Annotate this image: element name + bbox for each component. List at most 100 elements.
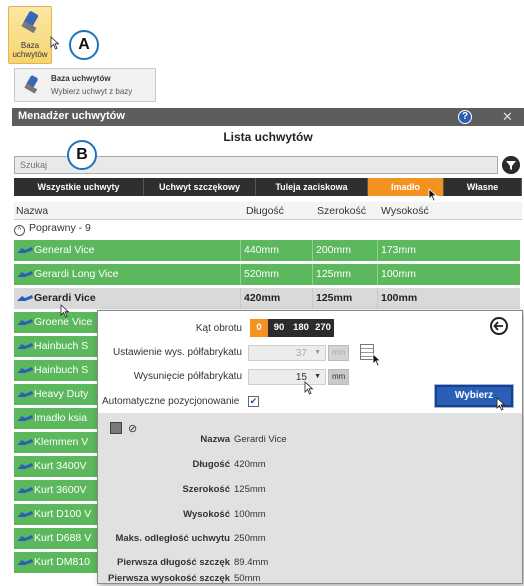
tab-all-fixtures[interactable]: Wszystkie uchwyty [14,178,144,196]
vise-icon [17,487,33,493]
row-name: General Vice [34,244,95,256]
table-row[interactable]: General Vice 440mm 200mm 173mm [14,240,520,261]
rotation-label: Kąt obrotu [195,323,242,334]
detail-key: Nazwa [200,434,230,445]
rotation-option-0[interactable]: 0 [250,319,268,337]
row-width: 200mm [316,244,352,256]
detail-value: Gerardi Vice [234,434,287,445]
row-width: 125mm [316,268,352,280]
model-view-icon[interactable] [110,422,122,434]
detail-value: 125mm [234,484,266,495]
callout-b: B [67,140,97,170]
rotation-option-90[interactable]: 90 [268,319,290,337]
table-row-selected[interactable]: Gerardi Vice 420mm 125mm 100mm [14,288,520,309]
vise-icon [17,295,33,301]
vise-icon [17,247,33,253]
column-width[interactable]: Szerokość [317,205,366,217]
row-name: Hainbuch S [34,340,89,352]
fixture-details-popup: Kąt obrotu 0 90 180 270 Ustawienie wys. … [97,310,523,584]
detail-value: 50mm [234,573,261,584]
stock-height-label: Ustawienie wys. półfabrykatu [113,347,242,358]
vise-icon [17,343,33,349]
popup-settings: Kąt obrotu 0 90 180 270 Ustawienie wys. … [98,311,522,413]
mouse-cursor-icon [60,304,70,318]
auto-position-label: Automatyczne pozycjonowanie [102,396,240,407]
mouse-cursor-icon [50,36,60,50]
row-length: 440mm [244,244,280,256]
chevron-down-icon[interactable]: ▼ [314,373,321,380]
vise-icon [17,415,33,421]
detail-key: Maks. odległość uchwytu [115,533,230,544]
vise-icon [24,75,38,94]
mouse-cursor-icon [496,397,506,411]
stock-height-value: 37 [295,348,307,359]
mouse-cursor-icon [372,353,382,367]
detail-key: Szerokość [182,484,230,495]
detail-key: Wysokość [183,509,230,520]
vise-icon [17,271,33,277]
table-row[interactable]: Gerardi Long Vice 520mm 125mm 100mm [14,264,520,285]
help-icon[interactable]: ? [458,110,472,124]
unit-label: mm [328,345,350,361]
row-length: 520mm [244,268,280,280]
ribbon-fixture-database-button[interactable]: Baza uchwytów [8,6,52,64]
unit-label: mm [328,369,350,385]
vise-icon [21,11,39,34]
chevron-down-icon[interactable]: ▼ [314,349,321,356]
detail-value: 420mm [234,459,266,470]
stock-offset-input[interactable]: 15 ▼ [248,369,326,385]
group-header-valid[interactable]: ^ Poprawny - 9 [14,222,91,238]
row-name: Imadło ksia [34,412,88,424]
vise-icon [17,463,33,469]
collapse-icon[interactable]: ^ [14,225,25,236]
row-name: Gerardi Long Vice [34,268,119,280]
mouse-cursor-icon [428,188,438,202]
category-tabs: Wszystkie uchwyty Uchwyt szczękowy Tulej… [14,178,522,196]
group-label: Poprawny - 9 [29,222,91,234]
rotation-option-180[interactable]: 180 [290,319,312,337]
filter-icon[interactable] [502,156,520,174]
row-height: 100mm [381,292,418,304]
table-header: Nazwa Długość Szerokość Wysokość [14,202,522,220]
vise-icon [17,367,33,373]
detail-key: Pierwsza wysokość szczęk [108,573,230,584]
tooltip-title: Baza uchwytów [51,74,111,83]
tooltip-description: Wybierz uchwyt z bazy [51,87,133,96]
row-height: 100mm [381,268,417,280]
rotation-option-270[interactable]: 270 [312,319,334,337]
detail-value: 100mm [234,509,266,520]
vise-icon [17,511,33,517]
vise-icon [17,439,33,445]
row-name: Gerardi Vice [34,292,96,304]
auto-position-checkbox[interactable]: ✔ [248,396,259,407]
tooltip: Baza uchwytów Wybierz uchwyt z bazy [14,68,156,102]
window-title: Menadżer uchwytów [18,110,125,122]
column-height[interactable]: Wysokość [381,205,429,217]
fixture-details-panel: ⊘ Nazwa Gerardi Vice Długość 420mm Szero… [98,413,522,584]
vise-icon [17,535,33,541]
row-name: Heavy Duty [34,388,89,400]
column-name[interactable]: Nazwa [16,205,48,217]
title-bar: Menadżer uchwytów ? ✕ [12,108,524,126]
ribbon-button-label: Baza uchwytów [12,41,48,59]
column-length[interactable]: Długość [246,205,284,217]
tab-jaw-chuck[interactable]: Uchwyt szczękowy [144,178,256,196]
row-height: 173mm [381,244,417,256]
stock-offset-label: Wysunięcie półfabrykatu [133,371,242,382]
back-arrow-icon[interactable] [490,317,508,335]
rotation-segmented-control: 0 90 180 270 [250,319,334,337]
detail-value: 250mm [234,533,266,544]
vise-icon [17,391,33,397]
detail-key: Długość [192,459,230,470]
detail-key: Pierwsza długość szczęk [117,557,230,568]
row-name: Hainbuch S [34,364,89,376]
close-icon[interactable]: ✕ [502,109,513,125]
detail-value: 89.4mm [234,557,269,568]
tab-custom[interactable]: Własne [444,178,522,196]
vise-icon [17,559,33,565]
callout-a: A [69,30,99,60]
row-name: Kurt 3600V [34,484,87,496]
vise-icon [17,319,33,325]
tab-collet[interactable]: Tuleja zaciskowa [256,178,368,196]
stock-height-input[interactable]: 37 ▼ [248,345,326,361]
